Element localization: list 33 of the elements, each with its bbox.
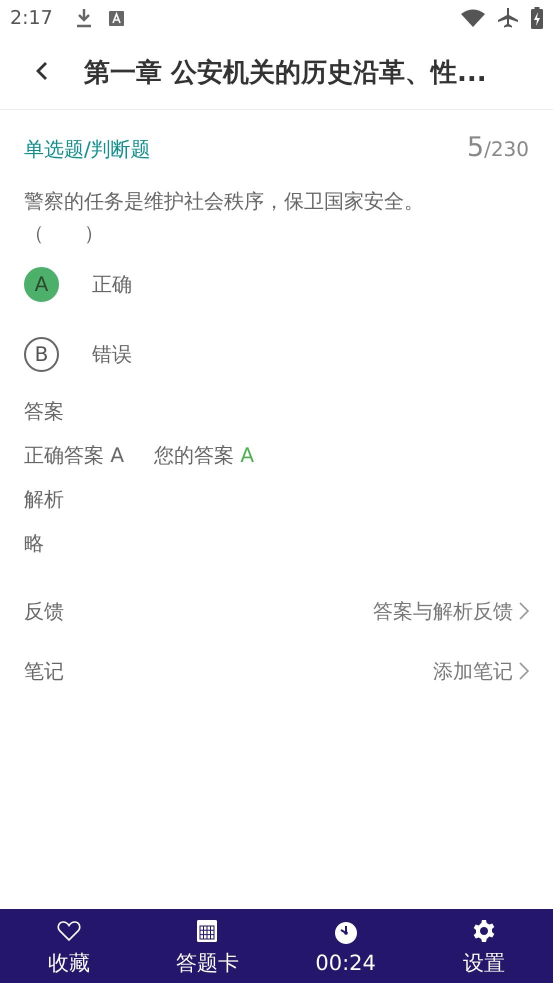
question-text: 警察的任务是维护社会秩序，保卫国家安全。 （ ）	[24, 188, 425, 247]
your-answer: 您的答案 A	[154, 442, 254, 468]
option-marker[interactable]: B	[24, 336, 59, 372]
wifi-icon	[461, 9, 485, 27]
section-heading: 解析	[24, 486, 64, 512]
nav-button[interactable]: 收藏	[0, 909, 138, 983]
row-link[interactable]: 添加笔记	[433, 658, 513, 684]
section-heading: 答案	[24, 398, 64, 424]
translate-icon	[108, 10, 124, 26]
chevron-icon	[519, 662, 529, 680]
option-marker[interactable]: A	[24, 266, 59, 302]
option-text[interactable]: 正确	[92, 270, 132, 298]
page-title: 第一章 公安机关的历史沿革、性...	[84, 57, 487, 90]
row-label: 笔记	[24, 658, 64, 684]
analysis-text: 略	[24, 530, 44, 556]
nav-button[interactable]: 答题卡	[138, 909, 276, 983]
heart-icon	[57, 919, 82, 943]
grid-icon	[197, 919, 218, 943]
row-link[interactable]: 答案与解析反馈	[373, 598, 513, 624]
clock-icon	[334, 921, 357, 945]
battery-icon	[531, 7, 543, 29]
option-text[interactable]: 错误	[92, 340, 132, 368]
nav-button[interactable]: 00:24	[276, 909, 415, 983]
nav-button[interactable]: 设置	[414, 909, 553, 983]
question-type: 单选题/判断题	[24, 136, 151, 163]
correct-answer: 正确答案 A	[24, 442, 124, 468]
status-time: 2:17	[10, 7, 53, 29]
row-label: 反馈	[24, 598, 64, 624]
question-counter: 5/230	[466, 132, 529, 163]
settings-icon	[472, 919, 496, 943]
download-icon	[74, 8, 93, 28]
airplane-icon	[497, 7, 519, 29]
chevron-icon	[519, 602, 529, 620]
